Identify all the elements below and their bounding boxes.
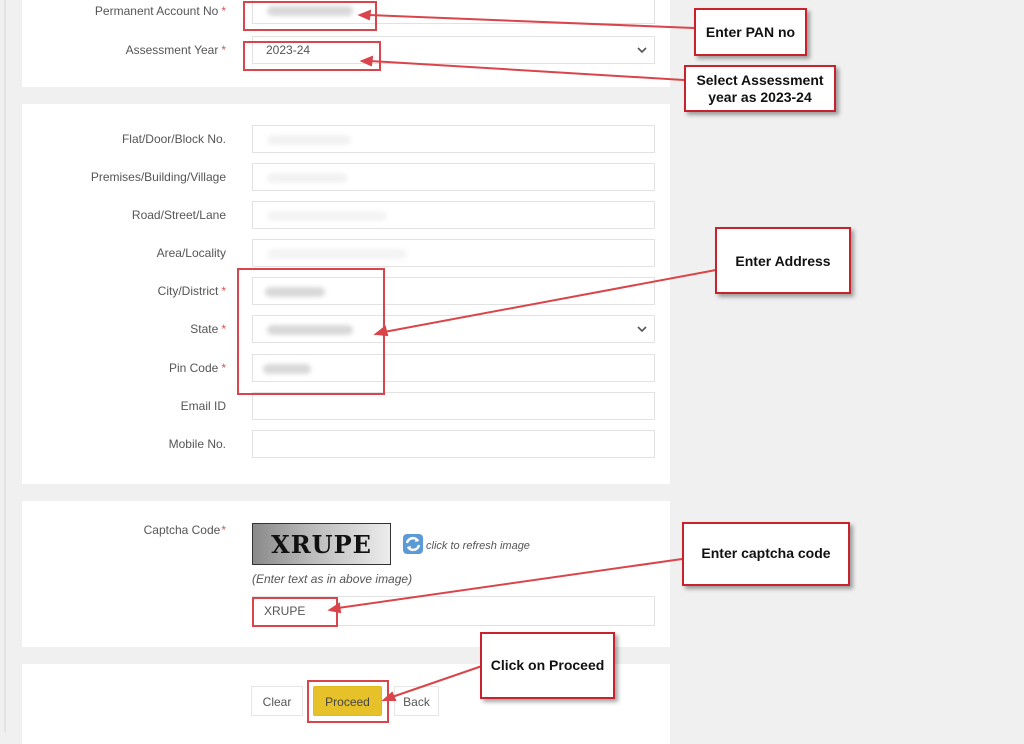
clear-button[interactable]: Clear [251, 686, 303, 716]
road-input[interactable] [252, 201, 655, 229]
proceed-callout: Click on Proceed [480, 632, 615, 699]
mobile-input[interactable] [252, 430, 655, 458]
flat-label: Flat/Door/Block No. [121, 132, 226, 146]
captcha-image: XRUPE [252, 523, 391, 565]
address-field-row: State * [22, 314, 670, 344]
assessment-year-label: Assessment Year * [125, 43, 226, 57]
blurred-value [267, 325, 353, 335]
captcha-callout: Enter captcha code [682, 522, 850, 586]
pan-label: Permanent Account No * [94, 4, 226, 18]
blurred-value [267, 249, 407, 259]
proceed-button[interactable]: Proceed [313, 686, 382, 716]
city-input[interactable] [252, 277, 655, 305]
state-select[interactable] [252, 315, 655, 343]
assessment-year-row: Assessment Year * 2023-24 [22, 35, 670, 65]
required-mark: * [221, 322, 226, 336]
pincode-input[interactable] [252, 354, 655, 382]
page-left-border [4, 0, 6, 732]
captcha-section: Captcha Code* XRUPE click to refresh ima… [22, 501, 670, 647]
address-field-row: Mobile No. [22, 429, 670, 459]
pan-callout: Enter PAN no [694, 8, 807, 56]
captcha-label: Captcha Code* [143, 523, 226, 537]
address-field-row: Road/Street/Lane [22, 200, 670, 230]
refresh-captcha-link[interactable]: click to refresh image [402, 533, 530, 558]
assessment-year-select[interactable]: 2023-24 [252, 36, 655, 64]
pan-section: Permanent Account No * Assessment Year * 2… [22, 0, 670, 87]
assessment-year-value: 2023-24 [266, 43, 311, 57]
blurred-value [267, 135, 351, 145]
pan-row: Permanent Account No * [22, 0, 670, 26]
required-mark: * [221, 361, 226, 375]
premises-input[interactable] [252, 163, 655, 191]
refresh-text: click to refresh image [426, 539, 530, 552]
required-mark: * [221, 523, 226, 537]
captcha-input-value: XRUPE [264, 604, 306, 618]
refresh-icon [402, 533, 424, 558]
pan-input[interactable] [252, 0, 655, 24]
chevron-down-icon [635, 320, 649, 338]
back-button[interactable]: Back [394, 686, 439, 716]
state-label: State * [190, 322, 226, 336]
area-label: Area/Locality [156, 246, 226, 260]
address-callout: Enter Address [715, 227, 851, 294]
callout-line: Select Assessment [696, 71, 824, 88]
blurred-value [267, 6, 353, 16]
pincode-label: Pin Code * [168, 361, 226, 375]
mobile-label: Mobile No. [168, 437, 226, 451]
address-field-row: Flat/Door/Block No. [22, 124, 670, 154]
blurred-value [263, 364, 311, 374]
blurred-value [265, 287, 325, 297]
assessment-year-callout: Select Assessment year as 2023-24 [684, 65, 836, 112]
blurred-value [267, 173, 347, 183]
captcha-image-text: XRUPE [271, 529, 372, 559]
email-input[interactable] [252, 392, 655, 420]
required-mark: * [221, 43, 226, 57]
address-field-row: Email ID [22, 391, 670, 421]
required-mark: * [221, 284, 226, 298]
address-field-row: Pin Code * [22, 353, 670, 383]
callout-line: year as 2023-24 [708, 88, 812, 105]
required-mark: * [221, 4, 226, 18]
captcha-input[interactable]: XRUPE [252, 596, 655, 626]
captcha-hint: (Enter text as in above image) [252, 572, 413, 586]
blurred-value [267, 211, 387, 221]
premises-label: Premises/Building/Village [90, 170, 226, 184]
email-label: Email ID [180, 399, 226, 413]
flat-input[interactable] [252, 125, 655, 153]
city-label: City/District * [157, 284, 226, 298]
chevron-down-icon [635, 41, 649, 59]
address-section: Flat/Door/Block No. Premises/Building/Vi… [22, 104, 670, 484]
address-field-row: City/District * [22, 276, 670, 306]
road-label: Road/Street/Lane [131, 208, 226, 222]
address-field-row: Premises/Building/Village [22, 162, 670, 192]
area-input[interactable] [252, 239, 655, 267]
address-field-row: Area/Locality [22, 238, 670, 268]
